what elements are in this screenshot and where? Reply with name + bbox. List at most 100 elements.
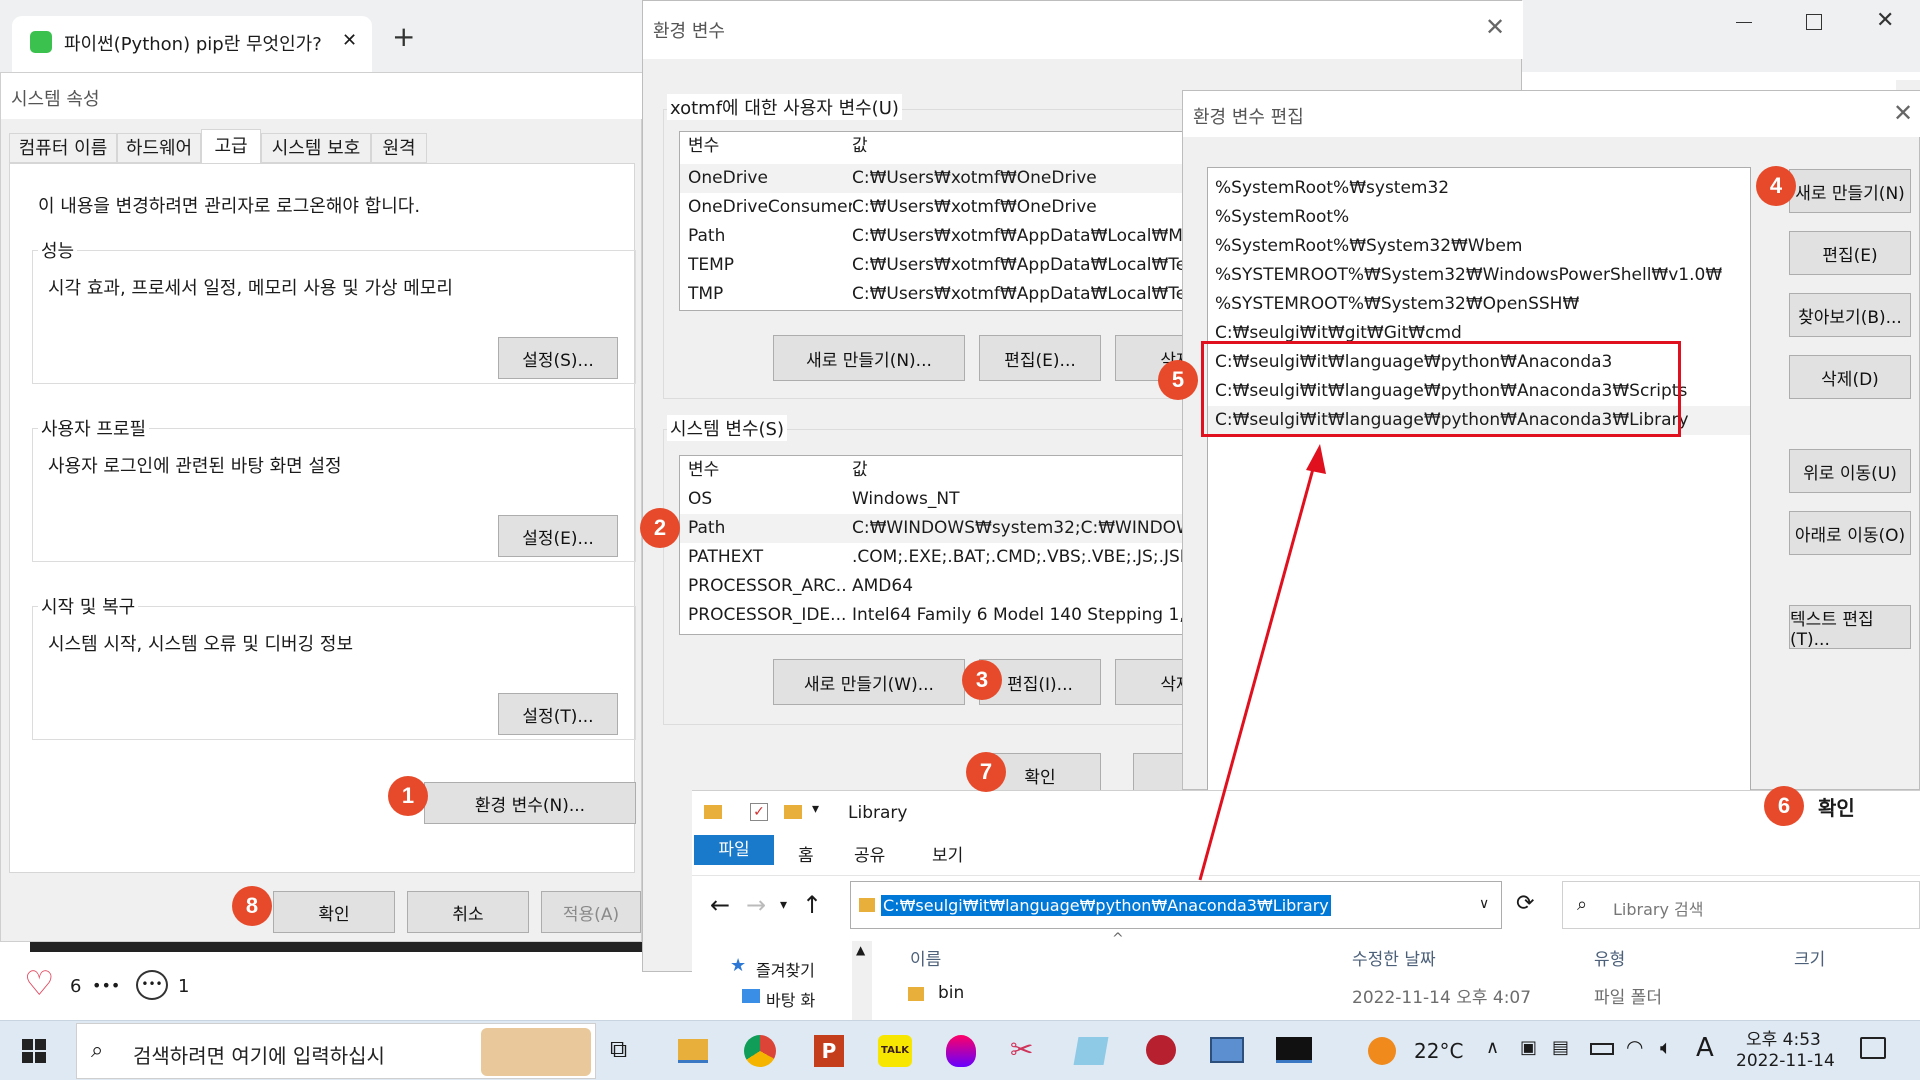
comment-icon[interactable]: ••• (136, 970, 168, 1000)
new-tab-icon[interactable]: + (392, 20, 415, 53)
file-row[interactable]: bin 2022-11-14 오후 4:07 파일 폴더 (892, 979, 1902, 1009)
window-close-icon[interactable]: ✕ (1876, 8, 1894, 33)
file-explorer-taskbar-icon[interactable] (678, 1039, 708, 1063)
col-name-header[interactable]: 이름 (910, 945, 941, 970)
chrome-taskbar-icon[interactable] (744, 1035, 776, 1067)
heart-icon[interactable]: ♡ (24, 964, 54, 1004)
var-value: .COM;.EXE;.BAT;.CMD;.VBS;.VBE;.JS;.JSE;.… (852, 547, 1219, 567)
paint-taskbar-icon[interactable] (946, 1035, 976, 1067)
path-list[interactable]: %SystemRoot%₩system32 %SystemRoot% %Syst… (1207, 167, 1751, 791)
address-path-selected[interactable]: C:₩seulgi₩it₩language₩python₩Anaconda3₩L… (881, 895, 1331, 916)
folder-icon (908, 987, 924, 1001)
clock-date[interactable]: 2022-11-14 (1736, 1051, 1835, 1071)
ime-indicator[interactable]: A (1696, 1033, 1714, 1063)
powerpoint-taskbar-icon[interactable]: P (814, 1035, 844, 1067)
performance-desc: 시각 효과, 프로세서 일정, 메모리 사용 및 가상 메모리 (48, 278, 453, 299)
tab-close-icon[interactable]: ✕ (342, 30, 357, 51)
sysprops-cancel-button[interactable]: 취소 (407, 891, 529, 933)
ribbon-tab-share[interactable]: 공유 (854, 841, 885, 866)
notes-taskbar-icon[interactable] (1073, 1037, 1109, 1065)
path-move-down-button[interactable]: 아래로 이동(O) (1789, 511, 1911, 555)
address-dropdown-icon[interactable]: ∨ (1479, 896, 1489, 912)
edit-env-close-icon[interactable]: ✕ (1893, 99, 1913, 127)
nav-desktop[interactable]: 바탕 화 (766, 987, 815, 1011)
path-browse-button[interactable]: 찾아보기(B)... (1789, 293, 1911, 337)
window-maximize-icon[interactable] (1806, 14, 1822, 30)
more-icon[interactable]: ••• (92, 976, 120, 995)
path-new-button[interactable]: 새로 만들기(N) (1789, 169, 1911, 213)
battery-icon[interactable] (1590, 1043, 1614, 1055)
path-entry[interactable]: %SystemRoot%₩System32₩Wbem (1208, 232, 1750, 261)
terminal-taskbar-icon[interactable] (1276, 1037, 1312, 1063)
path-entry[interactable]: %SystemRoot% (1208, 203, 1750, 232)
var-name: PROCESSOR_ARC... (688, 576, 848, 596)
step-marker-7: 7 (966, 752, 1006, 792)
tray-meet-icon[interactable]: ▣ (1520, 1037, 1537, 1058)
comment-count: 1 (178, 976, 190, 997)
system-new-button[interactable]: 새로 만들기(W)... (773, 659, 965, 705)
path-text-edit-button[interactable]: 텍스트 편집(T)... (1789, 605, 1911, 650)
weather-icon[interactable] (1368, 1037, 1396, 1065)
col-size-header[interactable]: 크기 (1794, 945, 1825, 970)
window-minimize-icon[interactable] (1736, 22, 1752, 23)
task-view-icon[interactable]: ⧉ (610, 1035, 627, 1063)
environment-variables-button[interactable]: 환경 변수(N)... (424, 782, 636, 824)
properties-check-icon[interactable]: ✓ (750, 803, 768, 821)
snipping-taskbar-icon[interactable]: ✂ (1010, 1033, 1033, 1066)
envvars-close-icon[interactable]: ✕ (1485, 13, 1505, 41)
var-value: C:₩Users₩xotmf₩OneDrive (852, 168, 1097, 188)
tray-display-icon[interactable]: ▤ (1552, 1037, 1569, 1058)
notification-icon[interactable] (1860, 1037, 1886, 1059)
envvars-titlebar (643, 1, 1523, 59)
var-value: C:₩Users₩xotmf₩AppData₩Local₩Temp (852, 255, 1214, 275)
path-entry[interactable]: %SYSTEMROOT%₩System32₩WindowsPowerShell₩… (1208, 261, 1750, 290)
new-folder-icon[interactable] (784, 805, 802, 819)
browser-tab[interactable]: 파이썬(Python) pip란 무엇인가? ✕ (12, 16, 372, 72)
tab-hardware[interactable]: 하드웨어 (117, 133, 201, 163)
weather-temp[interactable]: 22°C (1414, 1039, 1463, 1063)
col-modified-header[interactable]: 수정한 날짜 (1352, 945, 1436, 970)
tray-chevron-icon[interactable]: ∧ (1486, 1037, 1499, 1058)
edit-env-title: 환경 변수 편집 (1193, 107, 1304, 128)
ribbon-tab-view[interactable]: 보기 (932, 841, 963, 866)
qat-dropdown-icon[interactable]: ▾ (812, 801, 819, 817)
path-move-up-button[interactable]: 위로 이동(U) (1789, 449, 1911, 493)
edit-env-ok-label[interactable]: 확인 (1818, 792, 1855, 821)
performance-settings-button[interactable]: 설정(S)... (498, 337, 618, 379)
tab-system-protection[interactable]: 시스템 보호 (261, 133, 371, 163)
refresh-icon[interactable]: ⟳ (1516, 891, 1552, 927)
startup-recovery-title: 시작 및 복구 (38, 593, 139, 619)
scroll-up-icon[interactable]: ▲ (856, 943, 865, 957)
up-arrow-icon[interactable]: ↑ (802, 891, 822, 919)
user-edit-button[interactable]: 편집(E)... (979, 335, 1101, 381)
ribbon-tab-home[interactable]: 홈 (798, 841, 814, 866)
user-new-button[interactable]: 새로 만들기(N)... (773, 335, 965, 381)
nav-scrollbar[interactable]: ▲ (852, 941, 872, 1021)
app-taskbar-icon[interactable] (1146, 1035, 1176, 1065)
tab-remote[interactable]: 원격 (371, 133, 427, 163)
sysprops-ok-button[interactable]: 확인 (273, 891, 395, 933)
taskbar-search[interactable]: ⌕ 검색하려면 여기에 입력하십시 (76, 1023, 596, 1079)
user-profile-settings-button[interactable]: 설정(E)... (498, 515, 618, 557)
clock-time[interactable]: 오후 4:53 (1746, 1025, 1821, 1050)
path-edit-button[interactable]: 편집(E) (1789, 231, 1911, 275)
nav-favorites[interactable]: 즐겨찾기 (756, 957, 815, 981)
ribbon-tab-file[interactable]: 파일 (694, 835, 774, 865)
col-type-header[interactable]: 유형 (1594, 945, 1625, 970)
tab-computer-name[interactable]: 컴퓨터 이름 (9, 133, 117, 163)
step-marker-3: 3 (962, 660, 1002, 700)
wifi-icon[interactable]: ◠ (1626, 1035, 1643, 1059)
address-bar[interactable]: C:₩seulgi₩it₩language₩python₩Anaconda3₩L… (850, 881, 1502, 929)
recent-locations-icon[interactable]: ▾ (780, 897, 787, 913)
remote-taskbar-icon[interactable] (1210, 1037, 1244, 1063)
search-box[interactable]: ⌕ Library 검색 (1562, 881, 1920, 929)
startup-recovery-settings-button[interactable]: 설정(T)... (498, 693, 618, 735)
path-entry[interactable]: %SYSTEMROOT%₩System32₩OpenSSH₩ (1208, 290, 1750, 319)
path-entry[interactable]: %SystemRoot%₩system32 (1208, 174, 1750, 203)
windows-start-icon[interactable] (22, 1039, 46, 1063)
kakaotalk-taskbar-icon[interactable]: TALK (878, 1035, 912, 1067)
path-delete-button[interactable]: 삭제(D) (1789, 355, 1911, 399)
volume-icon[interactable]: 🔈︎ (1660, 1035, 1672, 1059)
back-arrow-icon[interactable]: ← (710, 891, 730, 919)
tab-advanced[interactable]: 고급 (201, 129, 261, 165)
